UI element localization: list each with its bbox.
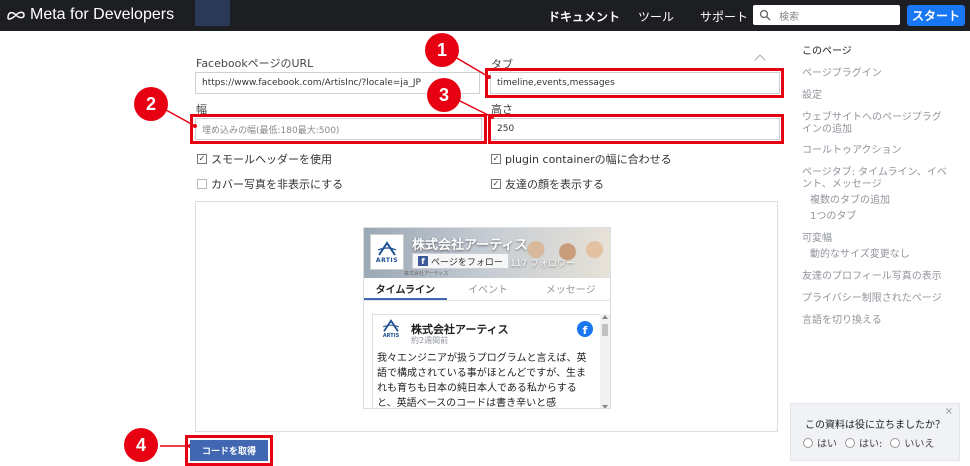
checkbox-unchecked-icon [197, 179, 207, 189]
meta-infinity-icon [7, 11, 25, 20]
feedback-options: はい はい: いいえ [803, 435, 934, 450]
highlight-box-width [190, 114, 487, 144]
toc-item-single-tab[interactable]: 1つのタブ [810, 207, 856, 222]
toc-item-this-page[interactable]: このページ [802, 42, 852, 57]
toc-item-page-plugin[interactable]: ページプラグイン [802, 64, 882, 79]
logo-text: ARTIS [375, 256, 399, 264]
search-input[interactable]: 検索 [753, 5, 900, 25]
follow-label: ページをフォロー [431, 257, 503, 268]
callout-1: 1 [425, 33, 459, 67]
checkbox-label: カバー写真を非表示にする [211, 178, 344, 191]
followers-count: 117 フォロワー [510, 259, 576, 269]
tab-messages[interactable]: メッセージ [529, 283, 610, 300]
nav-documentation[interactable]: ドキュメント [548, 8, 620, 25]
callout-3: 3 [427, 78, 461, 112]
hide-cover-checkbox[interactable]: カバー写真を非表示にする [197, 176, 343, 192]
feedback-option-no[interactable]: いいえ [890, 435, 934, 450]
scroll-up-icon[interactable] [602, 315, 608, 319]
facebook-icon: f [577, 321, 593, 337]
chevron-up-icon[interactable] [754, 54, 766, 66]
logo-text: Meta for Developers [30, 6, 175, 23]
highlight-box-height [488, 114, 784, 144]
toc-item-add-plugin-cont[interactable]: インの追加 [802, 120, 852, 135]
checkbox-checked-icon: ✓ [491, 179, 501, 189]
follow-page-button[interactable]: f ページをフォロー [412, 253, 509, 269]
small-header-checkbox[interactable]: ✓ スモールヘッダーを使用 [197, 151, 332, 167]
radio-icon [890, 437, 901, 448]
page-name[interactable]: 株式会社アーティス [412, 234, 527, 253]
radio-icon [845, 437, 855, 448]
toc-item-friend-photos[interactable]: 友達のプロフィール写真の表示 [802, 267, 942, 282]
artis-logo-icon [382, 319, 400, 332]
option-label: いいえ [904, 439, 935, 450]
meta-logo[interactable]: Meta for Developers [6, 6, 174, 24]
facebook-f-icon: f [418, 256, 428, 266]
page-plugin-preview: ARTIS 株式会社アーティス f ページをフォロー 117 フォロワー 株式会… [363, 227, 611, 409]
toc-item-page-tabs-cont[interactable]: ント、メッセージ [802, 175, 882, 190]
toc-item-cta[interactable]: コールトゥアクション [802, 141, 902, 156]
toc-item-privacy[interactable]: プライバシー制限されたページ [802, 289, 942, 304]
cover-people-image [518, 232, 608, 276]
highlight-box-get-code [185, 435, 273, 466]
feedback-option-yes-but[interactable]: はい: [845, 435, 882, 450]
highlight-box-tabs [485, 68, 784, 98]
checkbox-checked-icon: ✓ [491, 154, 501, 164]
start-button[interactable]: スタート [907, 5, 965, 26]
url-label: FacebookページのURL [196, 57, 314, 70]
tab-timeline[interactable]: タイムライン [364, 283, 447, 300]
post-avatar[interactable]: ARTIS [377, 319, 405, 345]
search-icon [759, 9, 771, 21]
adapt-width-checkbox[interactable]: ✓ plugin containerの幅に合わせる [491, 151, 672, 167]
top-navigation-bar: Meta for Developers ドキュメント ツール サポート 検索 ス… [0, 0, 970, 31]
scrollbar-thumb[interactable] [602, 324, 608, 336]
logo-text: ARTIS [382, 333, 400, 339]
toc-item-language[interactable]: 言語を切り換える [802, 311, 882, 326]
artis-logo-icon [377, 240, 397, 256]
checkbox-checked-icon: ✓ [197, 154, 207, 164]
scroll-down-icon[interactable] [602, 405, 608, 408]
timeline-post: ARTIS 株式会社アーティス 約2週間前 f 我々エンジニアが扱うプログラムと… [372, 314, 602, 409]
feedback-widget: × この資料は役に立ちましたか？ はい はい: いいえ [790, 403, 960, 461]
show-faces-checkbox[interactable]: ✓ 友達の顔を表示する [491, 176, 604, 192]
plugin-tabs: タイムライン イベント メッセージ [364, 283, 610, 301]
post-time[interactable]: 約2週間前 [411, 335, 448, 346]
callout-2: 2 [134, 87, 168, 121]
tab-events[interactable]: イベント [447, 283, 530, 300]
option-label: はい: [859, 439, 883, 450]
nav-tools[interactable]: ツール [638, 8, 674, 25]
cover-caption: 株式会社アーティス [404, 271, 449, 277]
post-body: 我々エンジニアが扱うプログラムと言えば、英語で構成されている事がほとんどですが、… [377, 353, 587, 409]
toc-item-variable-width[interactable]: 可変幅 [802, 229, 832, 244]
option-label: はい [817, 439, 837, 450]
checkbox-label: 友達の顔を表示する [505, 178, 604, 191]
toc-item-multiple-tabs[interactable]: 複数のタブの追加 [810, 191, 890, 206]
avatar [195, 0, 230, 26]
feedback-question: この資料は役に立ちましたか？ [805, 420, 945, 431]
checkbox-label: plugin containerの幅に合わせる [505, 153, 672, 166]
close-icon[interactable]: × [945, 406, 953, 417]
toc-item-settings[interactable]: 設定 [802, 86, 822, 101]
toc-item-no-resize[interactable]: 動的なサイズ変更なし [810, 245, 910, 260]
checkbox-label: スモールヘッダーを使用 [211, 153, 332, 166]
search-placeholder: 検索 [779, 11, 799, 23]
callout-4: 4 [124, 428, 158, 462]
radio-icon [803, 437, 813, 448]
scrollbar[interactable] [600, 314, 610, 408]
feedback-option-yes[interactable]: はい [803, 435, 837, 450]
page-logo[interactable]: ARTIS [370, 234, 404, 270]
nav-support[interactable]: サポート [700, 8, 748, 25]
